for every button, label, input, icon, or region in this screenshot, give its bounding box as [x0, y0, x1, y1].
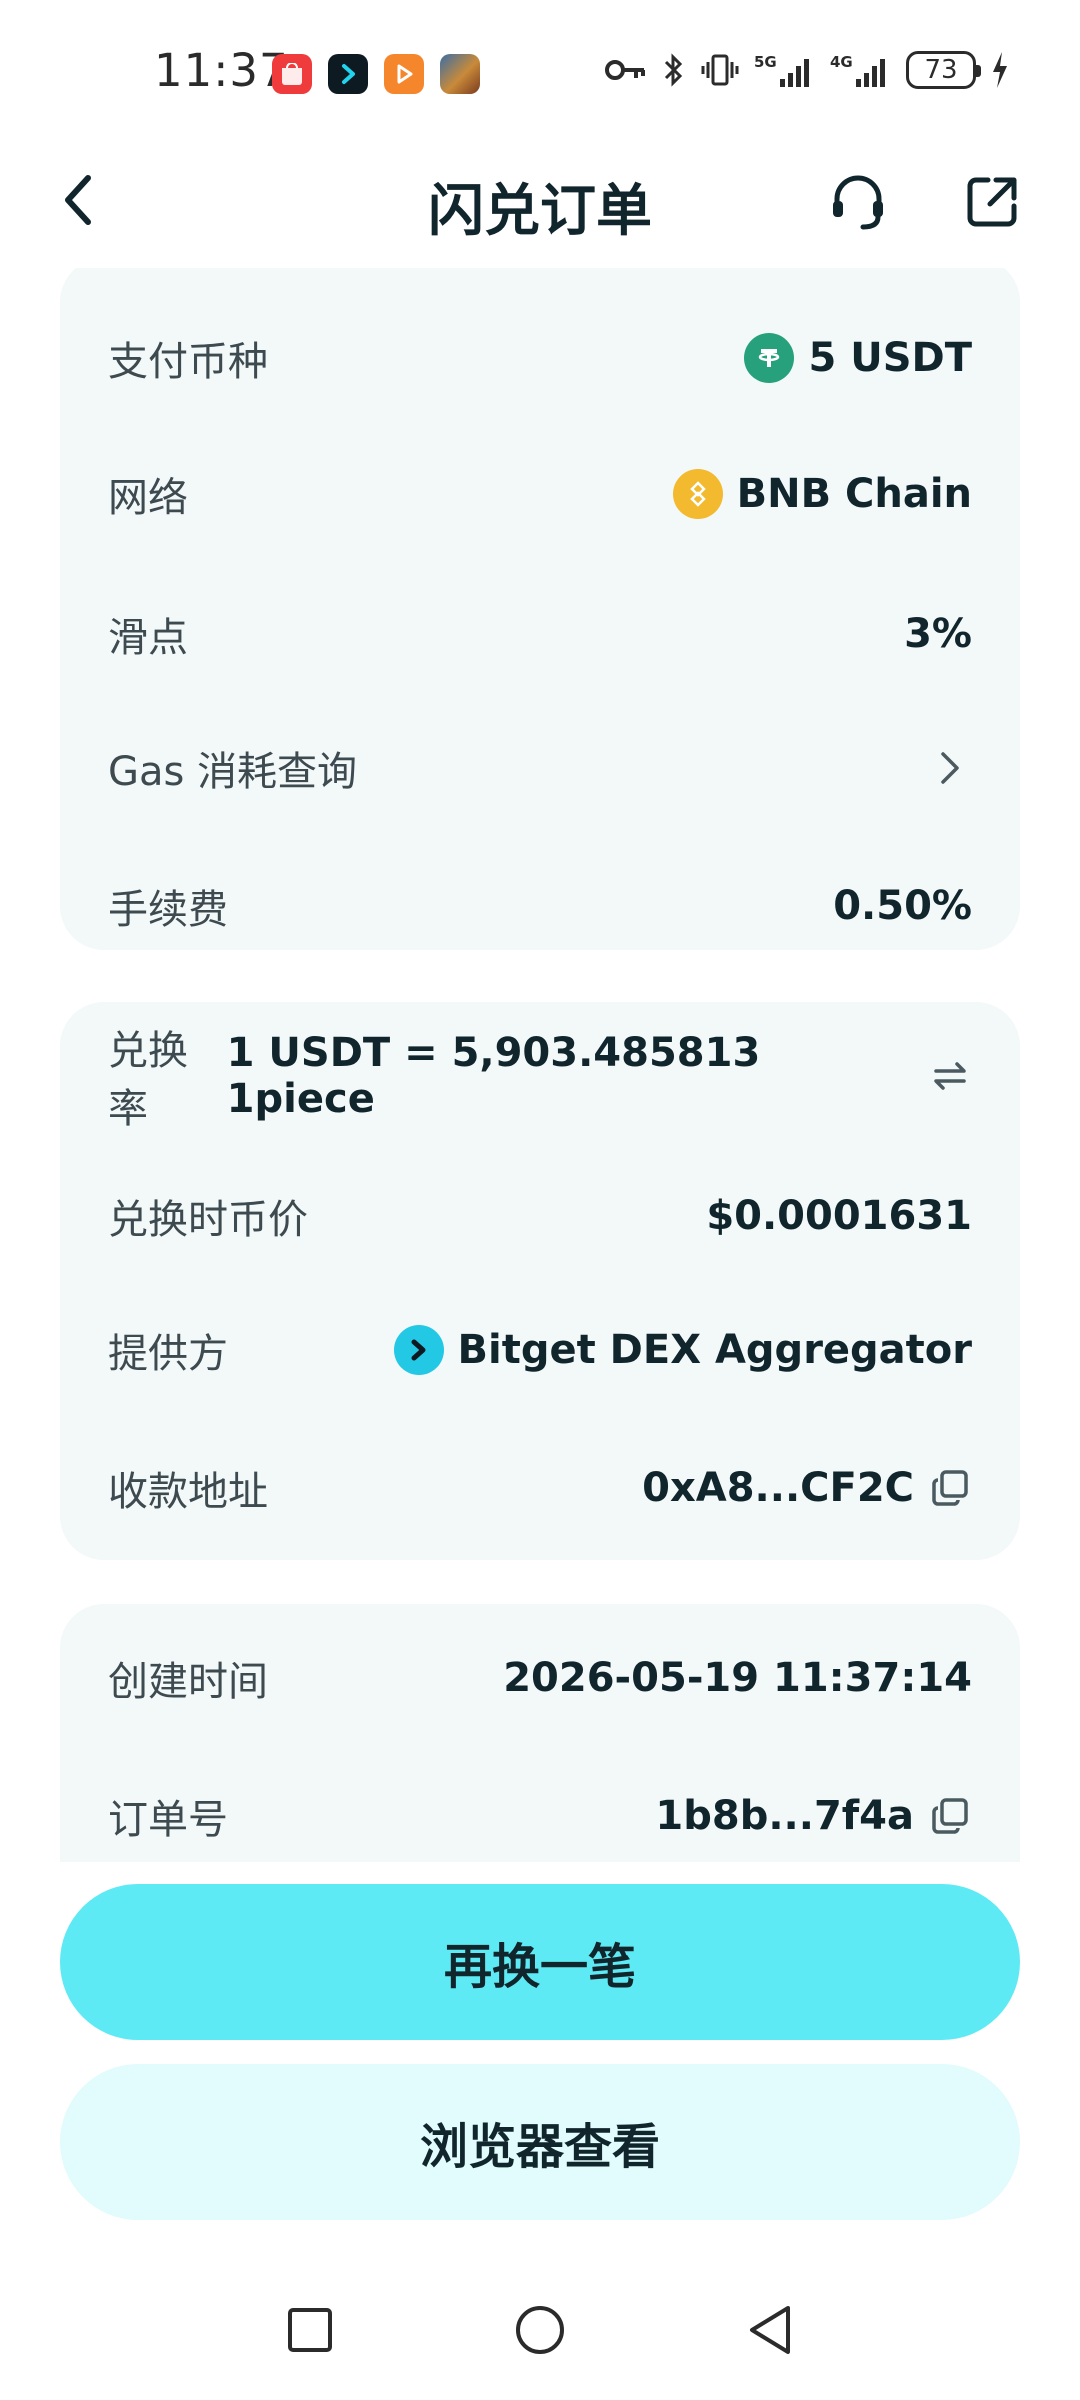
fee-row: 手续费 0.50%: [60, 866, 1020, 946]
view-in-browser-button[interactable]: 浏览器查看: [60, 2064, 1020, 2220]
price-label: 兑换时币价: [108, 1197, 308, 1243]
bluetooth-icon: [664, 53, 683, 87]
network-label: 网络: [108, 475, 188, 521]
svg-text:4G: 4G: [830, 53, 853, 71]
home-button[interactable]: [500, 2290, 580, 2370]
receive-address-row: 收款地址 0xA8...CF2C: [60, 1448, 1020, 1528]
status-bar: 11:37 5G 4G 73: [0, 0, 1080, 140]
created-time-label: 创建时间: [108, 1659, 268, 1705]
bitget-app-icon: [328, 54, 368, 94]
provider-value: Bitget DEX Aggregator: [457, 1327, 972, 1373]
external-link-icon: [967, 177, 1017, 227]
headset-icon: [833, 175, 883, 230]
system-icons: 5G 4G 73: [604, 50, 1010, 90]
order-number-label: 订单号: [108, 1797, 228, 1843]
created-time-value: 2026-05-19 11:37:14: [503, 1655, 972, 1701]
fee-label: 手续费: [108, 887, 228, 933]
signal-5g-icon: 5G: [754, 53, 809, 87]
system-nav-bar: [0, 2290, 1080, 2400]
exchange-rate-label: 兑换率: [108, 1028, 188, 1132]
fee-value: 0.50%: [833, 883, 972, 929]
slippage-value: 3%: [904, 611, 972, 657]
gas-query-row[interactable]: Gas 消耗查询: [60, 728, 1020, 808]
exchange-rate-value: 1 USDT = 5,903.485813 1piece: [226, 1030, 761, 1122]
game-app-icon: [440, 54, 480, 94]
triangle-back-icon: [750, 2306, 790, 2354]
swap-again-button[interactable]: 再换一笔: [60, 1884, 1020, 2040]
created-time-row: 创建时间 2026-05-19 11:37:14: [60, 1638, 1020, 1718]
pay-currency-value: 5 USDT: [808, 335, 972, 381]
slippage-label: 滑点: [108, 615, 188, 661]
circle-icon: [516, 2306, 564, 2354]
provider-row: 提供方 Bitget DEX Aggregator: [60, 1310, 1020, 1390]
video-app-icon: [384, 54, 424, 94]
back-nav-button[interactable]: [730, 2290, 810, 2370]
page-title: 闪兑订单: [428, 179, 652, 244]
vibrate-icon: [701, 54, 739, 86]
bitget-logo-icon: [393, 1325, 444, 1375]
receive-address-value: 0xA8...CF2C: [642, 1465, 914, 1511]
slippage-row: 滑点 3%: [60, 594, 1020, 674]
rate-info-card: 兑换率 1 USDT = 5,903.485813 1piece 兑换时币价 $…: [60, 1002, 1020, 1560]
provider-label: 提供方: [108, 1331, 228, 1377]
svg-text:5G: 5G: [754, 53, 777, 71]
notification-icons: [272, 54, 480, 94]
signal-4g-icon: 4G: [830, 53, 885, 87]
copy-address-icon[interactable]: [928, 1466, 972, 1510]
swap-info-card: 支付币种 5 USDT 网络 BNB Chain 滑点 3% Gas 消耗查询: [60, 268, 1020, 950]
exchange-rate-row: 兑换率 1 USDT = 5,903.485813 1piece: [60, 1028, 1020, 1132]
swap-direction-icon[interactable]: [929, 1054, 973, 1098]
recent-apps-button[interactable]: [270, 2290, 350, 2370]
price-row: 兑换时币价 $0.0001631: [60, 1176, 1020, 1256]
square-icon: [288, 2308, 332, 2352]
order-details-scroll[interactable]: 支付币种 5 USDT 网络 BNB Chain 滑点 3% Gas 消耗查询: [0, 268, 1080, 1862]
order-meta-card: 创建时间 2026-05-19 11:37:14 订单号 1b8b...7f4a: [60, 1604, 1020, 1862]
order-number-row: 订单号 1b8b...7f4a: [60, 1776, 1020, 1856]
network-value: BNB Chain: [736, 471, 972, 517]
copy-order-icon[interactable]: [928, 1794, 972, 1838]
huawei-appgallery-icon: [272, 54, 312, 94]
network-row: 网络 BNB Chain: [60, 454, 1020, 534]
usdt-icon: [744, 333, 795, 383]
pay-currency-label: 支付币种: [108, 339, 268, 385]
key-icon: [605, 60, 645, 80]
charging-icon: [993, 52, 1007, 88]
chevron-right-icon: [928, 746, 972, 790]
header: 闪兑订单: [0, 150, 1080, 250]
gas-query-label: Gas 消耗查询: [108, 749, 358, 795]
receive-address-label: 收款地址: [108, 1469, 268, 1515]
order-number-value: 1b8b...7f4a: [655, 1793, 914, 1839]
share-button[interactable]: [958, 168, 1026, 236]
battery-icon: 73: [906, 51, 981, 89]
customer-support-button[interactable]: [824, 168, 892, 236]
battery-level: 73: [924, 55, 958, 85]
pay-currency-row: 支付币种 5 USDT: [60, 318, 1020, 398]
bnb-icon: [672, 469, 723, 519]
price-value: $0.0001631: [706, 1193, 972, 1239]
status-time: 11:37: [154, 44, 289, 97]
